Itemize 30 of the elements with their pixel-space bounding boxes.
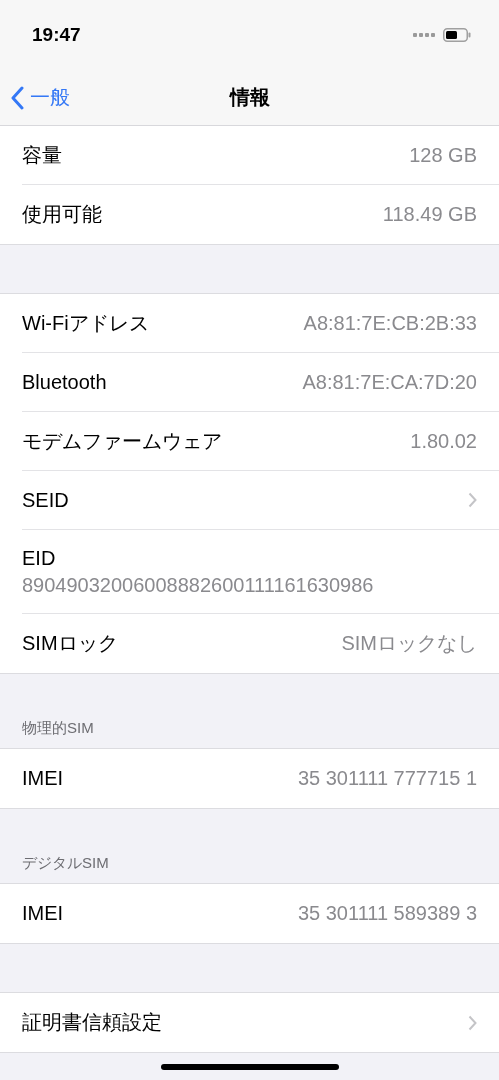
row-label: 容量 [22,142,62,168]
status-time: 19:47 [32,24,81,46]
row-value: A8:81:7E:CA:7D:20 [302,370,477,394]
row-value: 35 301111 777715 1 [297,767,477,790]
chevron-icon [468,492,477,508]
row-value: SIMロックなし [341,631,477,656]
battery-icon [443,28,471,42]
row-value: 89049032006008882600111161630986 [22,573,374,597]
row-value: A8:81:7E:CB:2B:33 [303,311,477,335]
row-value: 128 GB [409,143,477,167]
page-title: 情報 [229,85,270,110]
back-chevron-icon [10,85,24,110]
back-button[interactable]: 一般 [10,84,70,111]
chevron-icon [468,1014,477,1031]
row-value: 35 301111 589389 3 [297,902,477,925]
list-item[interactable]: 証明書信頼設定 [22,993,499,1052]
section-header: デジタルSIM [22,854,109,873]
section-header: 物理的SIM [22,719,94,738]
row-label: Wi-Fiアドレス [22,310,149,336]
row-label: 使用可能 [22,202,102,227]
list-item[interactable]: SEID [22,471,499,530]
row-label: Bluetooth [22,370,107,394]
row-label: SIMロック [22,631,118,656]
row-label: IMEI [22,902,64,925]
row-value: 118.49 GB [382,203,477,226]
row-value: 1.80.02 [410,429,477,453]
row-label: IMEI [22,767,64,790]
row-label: EID [22,546,56,570]
signal-icon [413,33,435,37]
row-label: モデムファームウェア [22,428,222,454]
